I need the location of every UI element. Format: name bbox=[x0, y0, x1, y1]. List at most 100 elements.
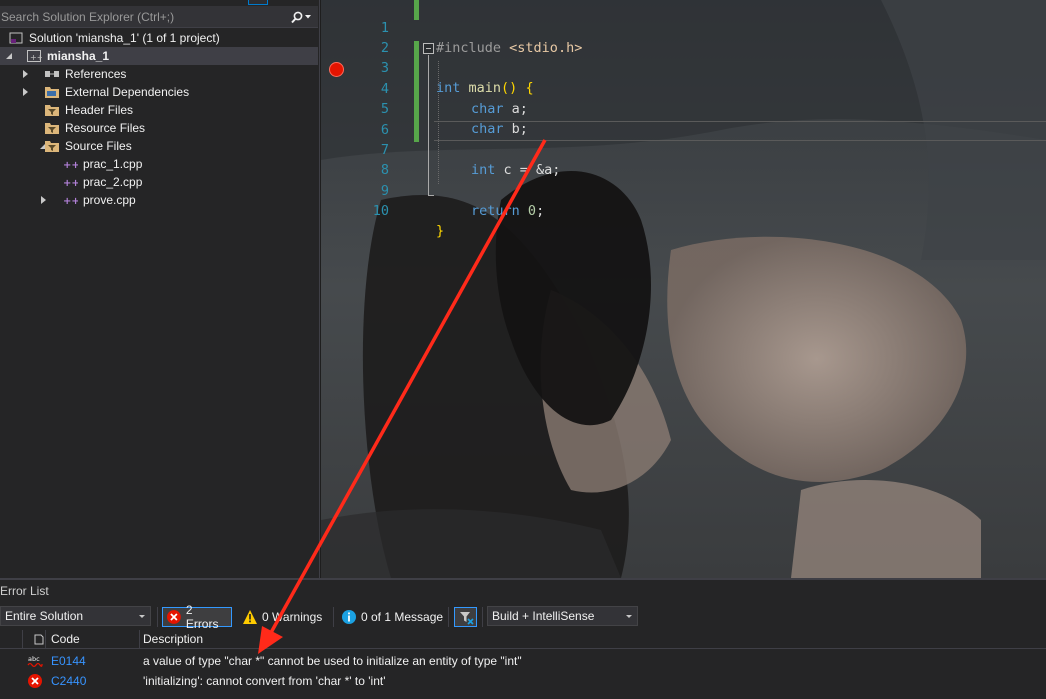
code-line[interactable]: 10 } bbox=[321, 181, 1046, 239]
toolbar-separator bbox=[482, 607, 483, 627]
code-line[interactable]: 4 char a; bbox=[321, 59, 1046, 117]
tree-item-label: External Dependencies bbox=[65, 85, 190, 99]
tree-item-header-files[interactable]: Header Files bbox=[0, 101, 318, 119]
svg-text:++: ++ bbox=[30, 53, 42, 62]
error-row[interactable]: C2440 'initializing': cannot convert fro… bbox=[0, 671, 1046, 691]
code-text: ; bbox=[536, 203, 545, 219]
sort-column-icon[interactable] bbox=[34, 634, 44, 645]
search-button[interactable] bbox=[288, 8, 314, 26]
warnings-filter-label: 0 Warnings bbox=[262, 610, 323, 624]
error-list-toolbar: Entire Solution 2 Errors 0 Warnings 0 of… bbox=[0, 603, 1046, 631]
filter-folder-icon bbox=[44, 120, 60, 136]
toolbar-separator bbox=[448, 607, 449, 627]
tree-item-file[interactable]: ++ prac_1.cpp bbox=[0, 155, 318, 173]
tree-item-project[interactable]: ++ miansha_1 bbox=[0, 47, 318, 65]
warning-icon bbox=[243, 610, 257, 624]
column-header-code[interactable]: Code bbox=[51, 630, 80, 649]
chevron-down-icon bbox=[305, 15, 311, 19]
code-line[interactable]: 5 char b; bbox=[321, 79, 1046, 137]
tree-item-label: Header Files bbox=[65, 103, 134, 117]
chevron-down-icon bbox=[139, 615, 145, 618]
intellisense-error-icon: abc bbox=[27, 655, 43, 668]
code-line[interactable]: 9 return 0; bbox=[321, 161, 1046, 219]
error-row[interactable]: abc E0144 a value of type "char *" canno… bbox=[0, 651, 1046, 671]
tree-item-file[interactable]: ++ prac_2.cpp bbox=[0, 173, 318, 191]
punctuation: } bbox=[436, 223, 445, 239]
tree-item-external-dependencies[interactable]: External Dependencies bbox=[0, 83, 318, 101]
code-line[interactable]: 1 #include <stdio.h> bbox=[321, 0, 1046, 56]
tree-item-label: Source Files bbox=[65, 139, 132, 153]
solution-explorer: Solution 'miansha_1' (1 of 1 project) ++… bbox=[0, 0, 320, 578]
collapsed-arrow-icon[interactable] bbox=[20, 69, 30, 79]
tree-item-label: References bbox=[65, 67, 127, 81]
code-line[interactable]: 7 int c = &a; bbox=[321, 120, 1046, 178]
svg-text:++: ++ bbox=[63, 160, 78, 171]
collapsed-arrow-icon[interactable] bbox=[38, 195, 48, 205]
solution-icon bbox=[8, 30, 24, 46]
tree-item-label: prove.cpp bbox=[83, 193, 136, 207]
column-divider bbox=[45, 630, 46, 649]
chevron-down-icon bbox=[626, 615, 632, 618]
filter-icon bbox=[459, 612, 474, 625]
tree-item-label: miansha_1 bbox=[47, 49, 110, 63]
filter-button[interactable] bbox=[454, 607, 477, 627]
error-list-header: Code Description bbox=[0, 630, 1046, 649]
number-literal: 0 bbox=[527, 203, 537, 219]
collapsed-arrow-icon[interactable] bbox=[20, 87, 30, 97]
svg-text:++: ++ bbox=[63, 178, 78, 189]
folder-icon bbox=[44, 84, 60, 100]
error-icon bbox=[166, 610, 181, 624]
toolbar-stub bbox=[248, 0, 268, 5]
scope-dropdown-value: Entire Solution bbox=[5, 609, 84, 623]
error-code-link[interactable]: C2440 bbox=[51, 671, 86, 691]
tree-item-label: Solution 'miansha_1' (1 of 1 project) bbox=[29, 31, 220, 45]
messages-filter-label: 0 of 1 Message bbox=[361, 610, 444, 624]
info-icon bbox=[342, 610, 356, 624]
messages-filter-button[interactable]: 0 of 1 Message bbox=[338, 607, 446, 627]
source-dropdown-value: Build + IntelliSense bbox=[492, 609, 595, 623]
tree-item-solution[interactable]: Solution 'miansha_1' (1 of 1 project) bbox=[0, 29, 318, 47]
errors-filter-button[interactable]: 2 Errors bbox=[162, 603, 232, 631]
scope-dropdown[interactable]: Entire Solution bbox=[0, 606, 151, 626]
panel-title: Error List bbox=[0, 584, 49, 598]
search-icon bbox=[291, 11, 303, 23]
code-line[interactable]: 2 bbox=[321, 18, 1046, 56]
expanded-arrow-icon[interactable] bbox=[4, 51, 14, 61]
column-divider bbox=[22, 630, 23, 649]
tree-item-source-files[interactable]: Source Files bbox=[0, 137, 318, 155]
error-list-panel: Error List Entire Solution 2 Errors 0 Wa… bbox=[0, 578, 1046, 699]
tree-item-label: Resource Files bbox=[65, 121, 146, 135]
keyword: return bbox=[471, 203, 520, 219]
tree-item-references[interactable]: References bbox=[0, 65, 318, 83]
column-header-description[interactable]: Description bbox=[143, 630, 203, 649]
error-description: 'initializing': cannot convert from 'cha… bbox=[143, 674, 386, 688]
code-line[interactable]: 3 int main() { bbox=[321, 38, 1046, 96]
warnings-filter-button[interactable]: 0 Warnings bbox=[239, 607, 325, 627]
tree-item-file[interactable]: ++ prove.cpp bbox=[0, 191, 318, 209]
cpp-file-icon: ++ bbox=[62, 192, 78, 208]
cpp-file-icon: ++ bbox=[62, 156, 78, 172]
error-description: a value of type "char *" cannot be used … bbox=[143, 654, 522, 668]
error-code-link[interactable]: E0144 bbox=[51, 651, 86, 671]
references-icon bbox=[44, 66, 60, 82]
source-dropdown[interactable]: Build + IntelliSense bbox=[487, 606, 638, 626]
code-editor[interactable]: 1 #include <stdio.h> 2 3 int main() { 4 … bbox=[321, 0, 1046, 578]
toolbar-separator bbox=[333, 607, 334, 627]
toolbar-separator bbox=[157, 607, 158, 627]
search-input[interactable] bbox=[0, 6, 285, 28]
filter-folder-icon bbox=[44, 102, 60, 118]
tree-item-resource-files[interactable]: Resource Files bbox=[0, 119, 318, 137]
tree-item-label: prac_1.cpp bbox=[83, 157, 143, 171]
line-number: 10 bbox=[372, 203, 389, 219]
cpp-file-icon: ++ bbox=[62, 174, 78, 190]
search-box bbox=[0, 6, 318, 28]
errors-filter-label: 2 Errors bbox=[185, 603, 219, 631]
solution-tree: Solution 'miansha_1' (1 of 1 project) ++… bbox=[0, 29, 318, 209]
cpp-project-icon: ++ bbox=[26, 48, 42, 64]
column-divider bbox=[139, 630, 140, 649]
svg-text:abc: abc bbox=[28, 655, 40, 663]
tree-item-label: prac_2.cpp bbox=[83, 175, 143, 189]
code-line[interactable]: 6 bbox=[321, 100, 1046, 138]
code-line[interactable]: 8 bbox=[321, 140, 1046, 178]
filter-folder-icon bbox=[44, 138, 60, 154]
